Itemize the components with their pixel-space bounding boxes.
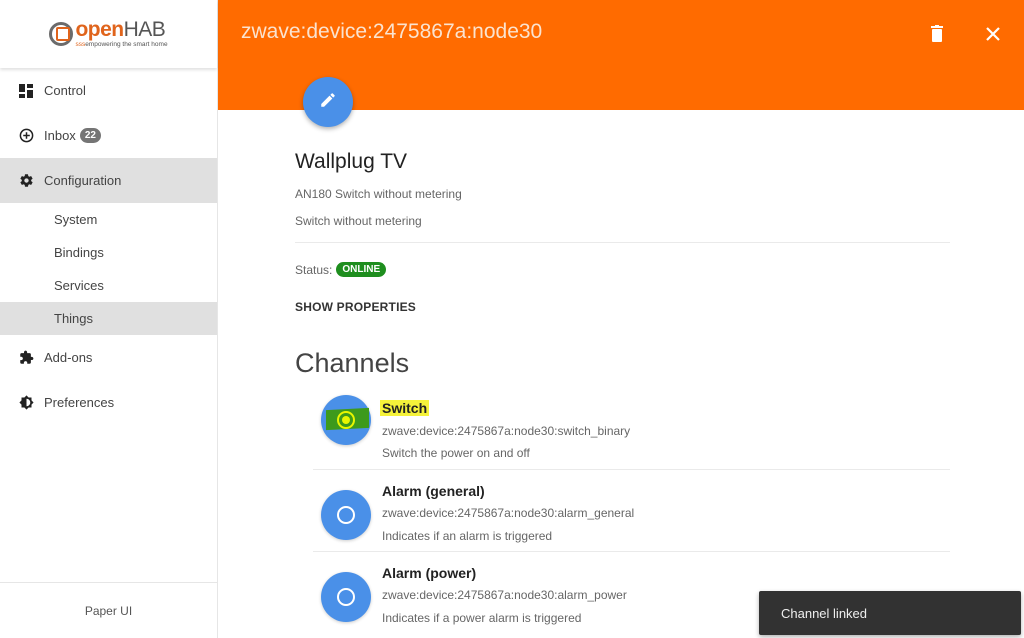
sidebar-subitem-label: Bindings xyxy=(54,245,104,260)
thing-label: AN180 Switch without metering xyxy=(295,187,462,201)
radio-unlinked-icon xyxy=(337,506,355,524)
channel-link-toggle[interactable] xyxy=(321,395,371,445)
openhab-logo[interactable]: openHAB sssempowering the smart home xyxy=(0,0,217,68)
channel-label[interactable]: Alarm (general) xyxy=(382,483,485,499)
logo-word-open: open xyxy=(75,18,124,42)
channels-heading: Channels xyxy=(295,348,410,378)
close-button[interactable] xyxy=(981,24,1005,48)
sidebar-item-label: Configuration xyxy=(44,173,122,188)
channel-uid: zwave:device:2475867a:node30:alarm_gener… xyxy=(382,506,635,520)
close-icon xyxy=(986,26,1000,46)
logo-tagline: empowering the smart home xyxy=(85,41,168,49)
logo-word-hab: HAB xyxy=(123,18,166,42)
sidebar-item-control[interactable]: Control xyxy=(0,68,217,113)
channel-uid: zwave:device:2475867a:node30:switch_bina… xyxy=(382,424,631,438)
thing-name: Wallplug TV xyxy=(295,150,408,173)
pencil-icon xyxy=(319,91,337,114)
sidebar: openHAB sssempowering the smart home Con… xyxy=(0,0,218,638)
sidebar-item-label: Control xyxy=(44,83,86,98)
thing-description: Switch without metering xyxy=(295,214,422,228)
app-name: Paper UI xyxy=(84,603,133,618)
sidebar-subitem-things[interactable]: Things xyxy=(0,302,217,335)
sidebar-item-label: Add-ons xyxy=(44,350,93,365)
show-properties-button[interactable]: SHOW PROPERTIES xyxy=(295,300,950,314)
channel-label[interactable]: Switch xyxy=(380,400,430,416)
sidebar-item-configuration[interactable]: Configuration xyxy=(0,158,217,203)
divider xyxy=(295,242,950,243)
sidebar-subitem-services[interactable]: Services xyxy=(0,269,217,302)
channel-label[interactable]: Alarm (power) xyxy=(382,565,476,581)
toast-message: Channel linked xyxy=(781,605,868,621)
page-title: zwave:device:2475867a:node30 xyxy=(241,20,543,43)
delete-button[interactable] xyxy=(925,24,949,48)
inbox-count-badge: 22 xyxy=(79,128,101,143)
radio-linked-icon xyxy=(337,411,355,429)
sidebar-subitem-label: System xyxy=(54,212,98,227)
edit-thing-button[interactable] xyxy=(303,77,353,127)
radio-unlinked-icon xyxy=(337,588,355,606)
sidebar-item-preferences[interactable]: Preferences xyxy=(0,380,217,425)
brightness-icon xyxy=(18,395,34,411)
channel-item: Alarm (general) zwave:device:2475867a:no… xyxy=(313,470,950,552)
sidebar-item-label: Preferences xyxy=(44,395,115,410)
gear-icon xyxy=(18,173,34,189)
add-circle-icon xyxy=(18,128,34,144)
channel-link-toggle[interactable] xyxy=(321,572,371,622)
sidebar-item-inbox[interactable]: Inbox 22 xyxy=(0,113,217,158)
thing-details: Wallplug TV AN180 Switch without meterin… xyxy=(295,110,950,379)
sidebar-subitem-label: Things xyxy=(54,311,94,326)
trash-icon xyxy=(930,25,944,47)
channel-description: Indicates if an alarm is triggered xyxy=(382,529,553,543)
channel-uid: zwave:device:2475867a:node30:alarm_power xyxy=(382,588,627,602)
home-logo-icon xyxy=(49,22,74,46)
sidebar-item-addons[interactable]: Add-ons xyxy=(0,335,217,380)
sidebar-subitem-bindings[interactable]: Bindings xyxy=(0,236,217,269)
channel-link-toggle[interactable] xyxy=(321,490,371,540)
logo-tag-prefix: sss xyxy=(75,41,86,49)
dashboard-icon xyxy=(18,83,34,99)
sidebar-subitem-label: Services xyxy=(54,278,104,293)
toast-notification: Channel linked xyxy=(759,591,1021,635)
sidebar-footer: Paper UI xyxy=(0,582,217,638)
channel-item: Switch zwave:device:2475867a:node30:swit… xyxy=(313,388,950,470)
puzzle-icon xyxy=(18,350,34,366)
sidebar-nav: Control Inbox 22 Configuration System Bi… xyxy=(0,68,217,425)
status-row: Status: ONLINE xyxy=(295,262,950,277)
status-badge: ONLINE xyxy=(336,262,387,277)
sidebar-subitem-system[interactable]: System xyxy=(0,203,217,236)
channel-description: Indicates if a power alarm is triggered xyxy=(382,611,582,625)
status-label: Status: xyxy=(295,262,333,277)
sidebar-item-label: Inbox xyxy=(44,128,76,143)
channel-description: Switch the power on and off xyxy=(382,446,530,460)
